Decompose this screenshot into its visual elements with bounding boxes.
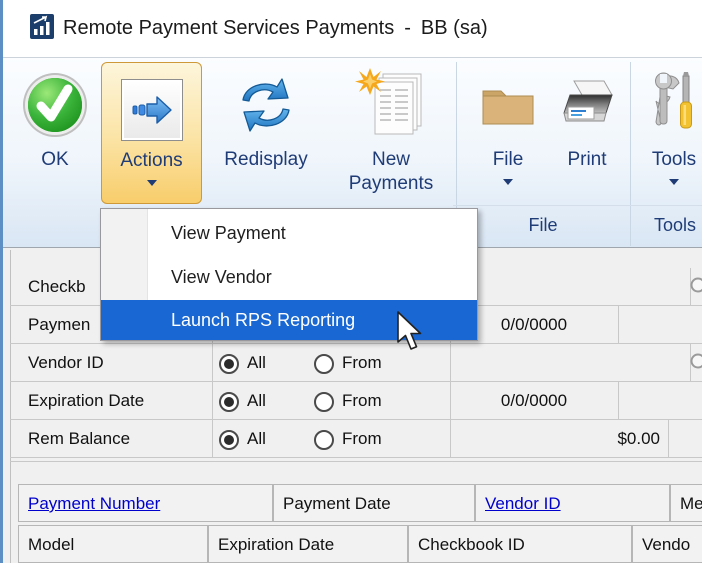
filter-label-expiration-date: Expiration Date <box>28 391 145 410</box>
menu-item-view-payment[interactable]: View Payment <box>101 212 477 255</box>
caption-divider <box>453 205 702 206</box>
field-divider <box>618 382 619 419</box>
checkbook-field[interactable] <box>450 268 690 306</box>
redisplay-button[interactable]: Redisplay <box>207 62 325 204</box>
ok-button[interactable]: OK <box>11 62 99 204</box>
window-title-text: Remote Payment Services Payments <box>63 17 395 39</box>
tools-button[interactable]: Tools <box>639 62 702 204</box>
expiration-from-radio[interactable] <box>314 392 334 412</box>
vendor-id-field[interactable] <box>450 344 690 382</box>
column-header-payment-number[interactable]: Payment Number <box>18 484 273 522</box>
expiration-date-field[interactable]: 0/0/0000 <box>450 382 618 420</box>
folder-icon <box>471 62 545 148</box>
rem-balance-field[interactable]: $0.00 <box>450 420 660 458</box>
actions-dropdown-menu: View Payment View Vendor Launch RPS Repo… <box>100 208 478 341</box>
column-header-vendor-name: Vendo <box>632 525 702 563</box>
group-caption-file: File <box>528 215 558 235</box>
rem-balance-all-radio[interactable] <box>219 430 239 450</box>
field-divider <box>668 420 669 457</box>
filter-label-payment: Paymen <box>28 315 91 334</box>
new-documents-star-icon <box>329 62 453 148</box>
rem-balance-from-label: From <box>342 429 382 448</box>
expiration-all-radio[interactable] <box>219 392 239 412</box>
section-divider <box>10 461 702 462</box>
expiration-all-label: All <box>247 391 266 410</box>
wrench-screwdriver-icon <box>639 62 702 148</box>
menu-item-launch-rps-reporting[interactable]: Launch RPS Reporting <box>101 300 477 340</box>
rem-balance-all-label: All <box>247 429 266 448</box>
print-button[interactable]: Print <box>551 62 623 204</box>
session-user: BB (sa) <box>420 17 488 39</box>
column-header-payment-date: Payment Date <box>273 484 475 522</box>
new-payments-button[interactable]: New Payments <box>329 62 453 204</box>
file-button-label: File <box>492 149 524 170</box>
filter-label-rem-balance: Rem Balance <box>28 429 131 448</box>
filter-label-vendor-id: Vendor ID <box>28 353 104 372</box>
blue-forward-arrow-icon <box>102 63 201 149</box>
title-separator: - <box>404 17 411 39</box>
new-payments-button-label: New Payments <box>348 149 434 194</box>
actions-button-label: Actions <box>120 150 183 171</box>
vendor-id-from-radio[interactable] <box>314 354 334 374</box>
rem-balance-from-radio[interactable] <box>314 430 334 450</box>
column-header-expiration-date: Expiration Date <box>208 525 408 563</box>
column-header-model: Model <box>18 525 208 563</box>
redisplay-button-label: Redisplay <box>224 149 308 170</box>
column-header-checkbook-id: Checkbook ID <box>408 525 632 563</box>
printer-icon <box>551 62 623 148</box>
field-divider <box>618 306 619 343</box>
expiration-from-label: From <box>342 391 382 410</box>
green-check-icon <box>11 62 99 148</box>
window-title: Remote Payment Services Payments - BB (sa) <box>63 0 488 57</box>
vendor-id-from-label: From <box>342 353 382 372</box>
bar-chart-icon <box>30 13 55 45</box>
print-button-label: Print <box>567 149 607 170</box>
chevron-down-icon <box>503 179 513 185</box>
magnifier-icon[interactable] <box>689 276 702 300</box>
filter-label-checkbook: Checkb <box>28 277 86 296</box>
actions-button[interactable]: Actions <box>101 62 202 204</box>
panel-left-border <box>10 250 11 563</box>
app-window: Remote Payment Services Payments - BB (sa)… <box>0 0 702 563</box>
refresh-icon <box>207 62 325 148</box>
column-header-method: Me <box>670 484 702 522</box>
vendor-id-all-label: All <box>247 353 266 372</box>
magnifier-icon[interactable] <box>689 352 702 376</box>
column-header-vendor-id[interactable]: Vendor ID <box>475 484 670 522</box>
vendor-id-all-radio[interactable] <box>219 354 239 374</box>
ok-button-label: OK <box>41 149 69 170</box>
chevron-down-icon <box>146 180 157 186</box>
file-button[interactable]: File <box>471 62 545 204</box>
title-bar: Remote Payment Services Payments - BB (sa) <box>3 0 702 58</box>
tools-button-label: Tools <box>651 149 697 170</box>
chevron-down-icon <box>669 179 679 185</box>
menu-item-view-vendor[interactable]: View Vendor <box>101 256 477 299</box>
group-caption-tools: Tools <box>653 215 697 235</box>
